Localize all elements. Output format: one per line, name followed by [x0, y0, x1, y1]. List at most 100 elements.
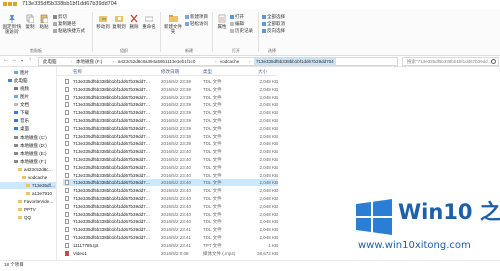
- paste-label: 粘贴: [39, 24, 49, 29]
- nav-item-vodcache[interactable]: vodcache: [0, 174, 56, 181]
- file-row[interactable]: 713e335df5b338bb1bf1dd67b39dd7… 2016/5/2 …: [63, 133, 278, 140]
- nav-item-qq[interactable]: QQ: [0, 214, 56, 221]
- open-button[interactable]: 打开: [230, 14, 244, 19]
- nav-item-this-pc[interactable]: 此电脑: [0, 77, 56, 84]
- file-row[interactable]: 713e335df5b338bb1bf1dd67b39dd7… 2016/5/2 …: [63, 86, 278, 93]
- breadcrumb-drive-f[interactable]: 本地磁盘 (F:): [76, 58, 102, 65]
- file-row[interactable]: 713e335df5b338bb1bf1dd67b39dd7… 2016/5/2 …: [63, 203, 278, 210]
- copy-to-button[interactable]: 复制到: [112, 14, 126, 29]
- nav-item-desktop[interactable]: 桌面: [0, 125, 56, 132]
- back-button[interactable]: ←: [3, 57, 9, 64]
- file-row[interactable]: 713e335df5b338bb1bf1dd67b39dd7… 2016/5/2 …: [63, 109, 278, 116]
- group-new-label: 新建: [185, 48, 193, 53]
- file-row[interactable]: 713e335df5b338bb1bf1dd67b39dd7… 2016/5/2 …: [63, 195, 278, 202]
- file-name: 11117785.tpt: [73, 242, 99, 248]
- nav-item-a13e7910[interactable]: a13e7910: [0, 190, 56, 197]
- drive-icon: [14, 136, 18, 139]
- file-date: 2016/5/2 23:41: [161, 235, 192, 240]
- new-folder-icon: [168, 15, 178, 22]
- nav-item-drive-c[interactable]: 本地磁盘 (C:): [0, 134, 56, 141]
- pictures-icon: [14, 95, 18, 98]
- ribbon: 固定到'快速访问' 复制 粘贴 剪切 复制路径 粘贴快捷方式 剪贴板 移动到 复…: [0, 9, 500, 56]
- nav-item-videos[interactable]: 视频: [0, 85, 56, 92]
- nav-item-downloads[interactable]: 下载: [0, 109, 56, 116]
- file-size: 2,048 KB: [259, 219, 278, 225]
- file-row[interactable]: 11117785.tpt 2016/5/2 23:41 TPT 文件 1 KB: [63, 242, 278, 249]
- breadcrumb-vodcache[interactable]: vodcache: [220, 58, 239, 65]
- file-name: 713e335df5b338bb1bf1dd67b39dd7…: [73, 86, 151, 92]
- search-placeholder: 搜索"713e335df5b338bb1bf1dd67b39dd...": [407, 59, 494, 64]
- file-row[interactable]: 713e335df5b338bb1bf1dd67b39dd7… 2016/5/2 …: [63, 117, 278, 124]
- paste-button[interactable]: 粘贴: [38, 14, 50, 29]
- new-item-icon: [185, 14, 189, 19]
- nav-item-drive-d[interactable]: 本地磁盘 (D:): [0, 142, 56, 149]
- nav-item-pictures[interactable]: 图片: [0, 93, 56, 100]
- breadcrumb-separator: ›: [215, 59, 217, 64]
- delete-button[interactable]: 删除: [128, 14, 140, 29]
- copy-path-button[interactable]: 复制路径: [53, 21, 76, 26]
- nav-label: PPTV: [24, 207, 36, 212]
- select-none-button[interactable]: 全部取消: [262, 21, 285, 26]
- file-name: 713e335df5b338bb1bf1dd67b39dd7…: [73, 172, 151, 178]
- address-bar[interactable]: 此电脑 › 本地磁盘 (F:) › a423c52d8c8a394a59b111…: [38, 57, 398, 66]
- forward-button[interactable]: →: [11, 57, 17, 64]
- shortcut-icon: [53, 28, 57, 33]
- search-input[interactable]: 搜索"713e335df5b338bb1bf1dd67b39dd...": [402, 57, 499, 66]
- paste-shortcut-button[interactable]: 粘贴快捷方式: [53, 28, 85, 33]
- invert-selection-button[interactable]: 反向选择: [262, 28, 285, 33]
- properties-icon: [218, 14, 226, 23]
- easy-access-button[interactable]: 轻松访问: [185, 21, 208, 26]
- properties-button[interactable]: 属性: [216, 14, 228, 29]
- nav-item-music[interactable]: 音乐: [0, 117, 56, 124]
- file-row[interactable]: 713e335df5b338bb1bf1dd67b39dd7… 2016/5/2 …: [63, 78, 278, 85]
- select-none-icon: [262, 21, 266, 26]
- file-row[interactable]: 713e335df5b338bb1bf1dd67b39dd7… 2016/5/2 …: [63, 164, 278, 171]
- file-row[interactable]: 713e335df5b338bb1bf1dd67b39dd7… 2016/5/2 …: [63, 156, 278, 163]
- file-row[interactable]: 713e335df5b338bb1bf1dd67b39dd7… 2016/5/2 …: [63, 125, 278, 132]
- cut-button[interactable]: 剪切: [53, 14, 67, 19]
- pictures-icon: [14, 71, 18, 74]
- pin-quick-access-button[interactable]: 固定到'快速访问': [2, 14, 22, 34]
- file-row[interactable]: 713e335df5b338bb1bf1dd67b39dd7… 2016/5/2 …: [63, 218, 278, 225]
- nav-item-drive-e[interactable]: 本地磁盘 (E:): [0, 150, 56, 157]
- breadcrumb-current-folder[interactable]: 713e335df5b338bb1bf1dd67b39dd704: [254, 58, 336, 65]
- edit-icon: [230, 21, 234, 26]
- file-row[interactable]: 713e335df5b338bb1bf1dd67b39dd7… 2016/5/2 …: [63, 187, 278, 194]
- nav-item-pptv[interactable]: PPTV: [0, 206, 56, 213]
- edit-button[interactable]: 编辑: [230, 21, 244, 26]
- new-folder-button[interactable]: 新建文件夹: [164, 14, 182, 34]
- file-row[interactable]: Video1 2016/5/2 0:08 媒体文件 (.mp4) 28,672 KB: [63, 250, 278, 257]
- rename-button[interactable]: 重命名: [142, 14, 156, 29]
- new-item-button[interactable]: 新建项目: [185, 14, 208, 19]
- group-select-label: 选择: [268, 48, 276, 53]
- nav-item-drive-f[interactable]: 本地磁盘 (F:): [0, 158, 56, 165]
- breadcrumb-folder-hash[interactable]: a423c52d8c8a394a59b1113e1eb1f1c0: [118, 58, 195, 65]
- select-all-button[interactable]: 全部选择: [262, 14, 285, 19]
- file-icon: [65, 196, 69, 201]
- file-row[interactable]: 713e335df5b338bb1bf1dd67b39dd7… 2016/5/2 …: [63, 234, 278, 241]
- file-icon: [65, 188, 69, 194]
- history-button[interactable]: 历史记录: [230, 28, 253, 33]
- file-row[interactable]: 713e335df5b338bb1bf1dd67b39dd7… 2016/5/2 …: [63, 226, 278, 233]
- file-row[interactable]: 713e335df5b338bb1bf1dd67b39dd7… 2016/5/2 …: [63, 94, 278, 101]
- file-row[interactable]: 713e335df5b338bb1bf1dd67b39dd7… 2016/5/2 …: [63, 101, 278, 108]
- watermark: Win10 之家 www.win10xitong.com: [352, 188, 500, 256]
- file-row[interactable]: 713e335df5b338bb1bf1dd67b39dd7… 2016/5/2 …: [63, 148, 278, 155]
- file-row[interactable]: 713e335df5b338bb1bf1dd67b39dd7… 2016/5/2 …: [63, 211, 278, 218]
- copy-button[interactable]: 复制: [24, 14, 36, 29]
- nav-item-pictures-pinned[interactable]: 图片: [0, 69, 56, 76]
- breadcrumb-this-pc[interactable]: 此电脑: [43, 58, 57, 65]
- file-row[interactable]: 713e335df5b338bb1bf1dd67b39dd7… 2016/5/2 …: [63, 140, 278, 147]
- nav-item-documents[interactable]: 文档: [0, 101, 56, 108]
- nav-item-favorite-video[interactable]: FavoriteVide…: [0, 198, 56, 205]
- file-row[interactable]: 713e335df5b338bb1bf1dd67b39dd7… 2016/5/2 …: [63, 179, 278, 187]
- file-row[interactable]: 713e335df5b338bb1bf1dd67b39dd7… 2016/5/2 …: [63, 172, 278, 179]
- nav-item-folder-hash[interactable]: a423c52d8c…: [0, 166, 56, 173]
- quick-access-toolbar[interactable]: [3, 2, 19, 7]
- up-button[interactable]: ↑: [27, 57, 33, 64]
- nav-label: 图片: [20, 70, 29, 75]
- move-to-button[interactable]: 移动到: [96, 14, 110, 29]
- recent-dropdown-button[interactable]: ▾: [19, 57, 25, 64]
- file-type: TDL 文件: [203, 235, 222, 240]
- nav-item-current-folder[interactable]: 713e35df…: [0, 182, 56, 189]
